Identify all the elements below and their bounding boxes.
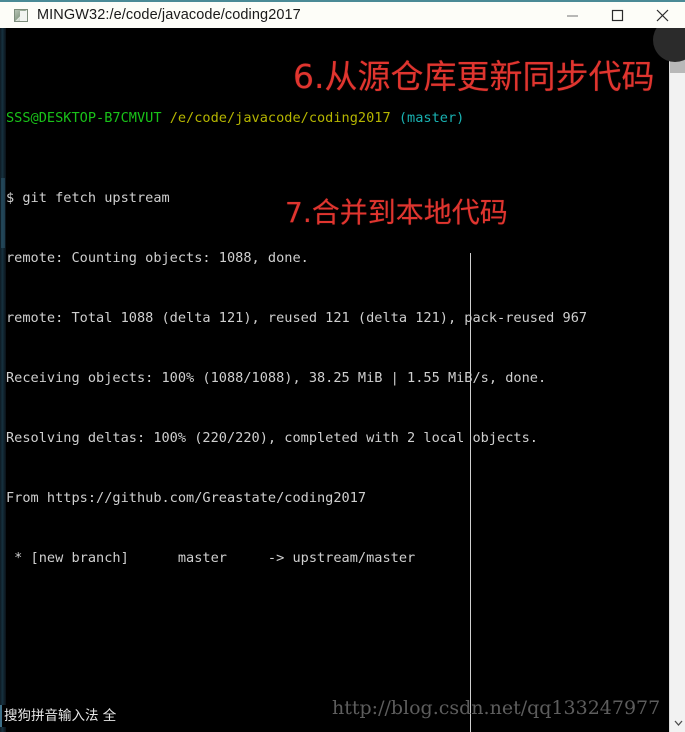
left-scroll-thumb[interactable] [1,178,5,248]
fetch-output-line-4: From https://github.com/Greastate/coding… [6,490,367,506]
fetch-output-line-2: Receiving objects: 100% (1088/1088), 38.… [6,370,547,386]
minimize-button[interactable] [550,2,595,28]
prompt-branch-1: (master) [398,110,465,126]
scroll-down-button[interactable] [670,715,685,732]
close-button[interactable] [640,2,685,28]
ime-status-overlay[interactable]: 搜狗拼音输入法 全 [0,705,118,727]
maximize-button[interactable] [595,2,640,28]
close-icon [656,9,669,21]
prompt-line-2: SSS@DESKTOP-B7CMVUT /e/code/javacode/cod… [6,728,666,732]
mingw32-terminal-window: MINGW32:/e/code/javacode/coding2017 SSS@… [0,0,685,732]
fetch-output-line-1: remote: Total 1088 (delta 121), reused 1… [6,310,588,326]
chevron-down-icon [674,720,682,726]
terminal-lines: SSS@DESKTOP-B7CMVUT /e/code/javacode/cod… [6,28,666,732]
diffstat-separator [470,253,471,732]
annotation-step-7: 7.合并到本地代码 [285,196,508,229]
prompt-user-1: SSS@DESKTOP-B7CMVUT [6,110,162,126]
mingw-app-icon [14,8,28,22]
blog-watermark: http://blog.csdn.net/qq133247977 [332,697,661,719]
fetch-output-line-3: Resolving deltas: 100% (220/220), comple… [6,430,538,446]
fetch-output-line-5: * [new branch] master -> upstream/master [6,550,416,566]
fetch-output-line-0: remote: Counting objects: 1088, done. [6,250,309,266]
window-title: MINGW32:/e/code/javacode/coding2017 [37,7,301,23]
prompt-line-1: SSS@DESKTOP-B7CMVUT /e/code/javacode/cod… [6,108,666,128]
vertical-scrollbar[interactable] [669,28,685,732]
terminal-output-area[interactable]: SSS@DESKTOP-B7CMVUT /e/code/javacode/cod… [0,28,669,732]
maximize-icon [611,9,624,21]
annotation-step-6: 6.从源仓库更新同步代码 [293,57,655,96]
minimize-icon [567,14,578,17]
prompt-path-1: /e/code/javacode/coding2017 [169,110,391,126]
ime-label: 搜狗拼音输入法 全 [4,708,117,724]
window-titlebar: MINGW32:/e/code/javacode/coding2017 [0,0,685,28]
left-edge-scroll-strip[interactable] [0,28,6,732]
